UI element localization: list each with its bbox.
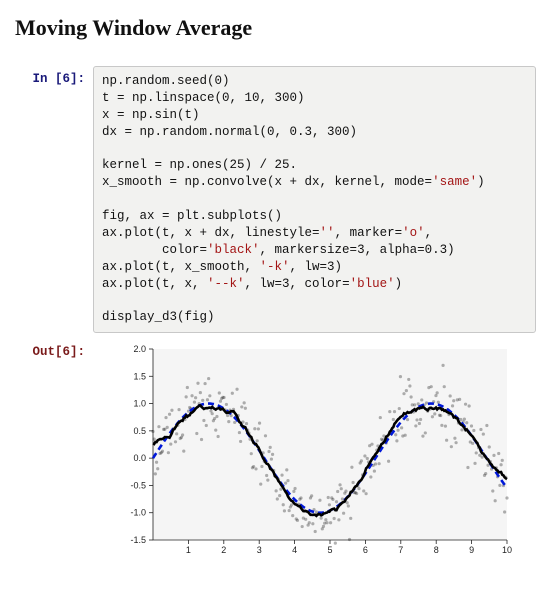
svg-text:6: 6: [363, 545, 368, 555]
input-prompt: In [6]:: [15, 66, 93, 86]
svg-text:4: 4: [292, 545, 297, 555]
svg-text:2.0: 2.0: [133, 344, 146, 354]
svg-text:-0.5: -0.5: [130, 481, 146, 491]
svg-text:1: 1: [186, 545, 191, 555]
svg-text:7: 7: [398, 545, 403, 555]
svg-text:-1.5: -1.5: [130, 535, 146, 545]
svg-text:1.0: 1.0: [133, 399, 146, 409]
page-title: Moving Window Average: [15, 15, 536, 41]
output-cell: Out[6]: -1.5 -1.0 -0.5 0.0 0.5 1.0 1.5 2.0 1 2 3 4 5…: [15, 339, 536, 558]
output-prompt: Out[6]:: [15, 339, 93, 359]
svg-text:10: 10: [502, 545, 512, 555]
code-block: np.random.seed(0) t = np.linspace(0, 10,…: [93, 66, 536, 333]
output-area: -1.5 -1.0 -0.5 0.0 0.5 1.0 1.5 2.0 1 2 3 4 5 6 7 8 9 10: [93, 339, 536, 558]
svg-text:8: 8: [434, 545, 439, 555]
svg-text:0.0: 0.0: [133, 453, 146, 463]
svg-text:-1.0: -1.0: [130, 508, 146, 518]
svg-text:5: 5: [327, 545, 332, 555]
input-cell: In [6]: np.random.seed(0) t = np.linspac…: [15, 66, 536, 333]
svg-text:2: 2: [221, 545, 226, 555]
svg-text:3: 3: [257, 545, 262, 555]
svg-text:9: 9: [469, 545, 474, 555]
chart: -1.5 -1.0 -0.5 0.0 0.5 1.0 1.5 2.0 1 2 3 4 5 6 7 8 9 10: [113, 343, 513, 558]
svg-text:1.5: 1.5: [133, 371, 146, 381]
svg-text:0.5: 0.5: [133, 426, 146, 436]
